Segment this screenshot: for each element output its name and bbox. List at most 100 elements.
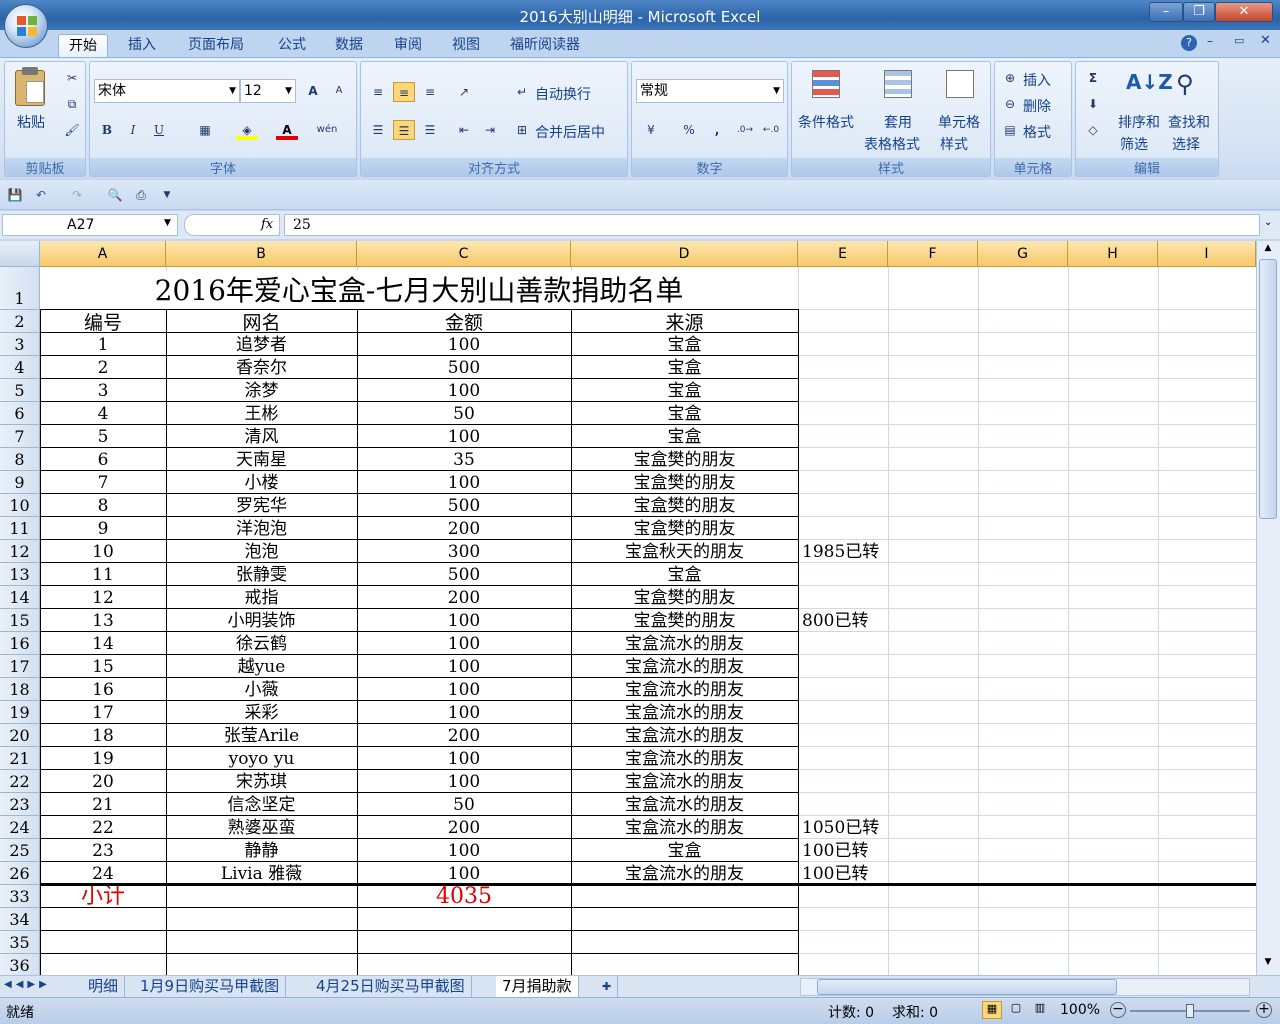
- merge-center-button[interactable]: 合并后居中: [535, 122, 605, 142]
- cell-amount[interactable]: 50: [357, 794, 571, 817]
- cell-amount[interactable]: 100: [357, 426, 571, 449]
- row-header[interactable]: 16: [0, 632, 40, 655]
- subtotal-amount[interactable]: 4035: [357, 885, 571, 908]
- delete-cells-icon[interactable]: ⊖: [999, 94, 1021, 114]
- undo-icon[interactable]: ↶: [30, 185, 52, 205]
- cell-no[interactable]: 2: [40, 357, 166, 380]
- cell-source[interactable]: 宝盒: [571, 334, 798, 357]
- cell-source[interactable]: 宝盒流水的朋友: [571, 794, 798, 817]
- cell-name[interactable]: 采彩: [166, 702, 357, 725]
- row-header[interactable]: 34: [0, 908, 40, 931]
- zoom-slider-thumb[interactable]: [1186, 1004, 1194, 1018]
- vertical-scroll-thumb[interactable]: [1259, 259, 1277, 519]
- cell-name[interactable]: 戒指: [166, 587, 357, 610]
- zoom-out-icon[interactable]: −: [1110, 1002, 1126, 1018]
- row-header[interactable]: 7: [0, 425, 40, 448]
- fill-icon[interactable]: ⬇: [1082, 94, 1104, 114]
- cell-source[interactable]: 宝盒樊的朋友: [571, 587, 798, 610]
- cell-source[interactable]: 宝盒: [571, 403, 798, 426]
- cell-no[interactable]: 15: [40, 656, 166, 679]
- format-painter-icon[interactable]: 🖌: [61, 120, 83, 140]
- cell-amount[interactable]: 100: [357, 771, 571, 794]
- cell-amount[interactable]: 500: [357, 495, 571, 518]
- help-icon[interactable]: ?: [1181, 35, 1197, 51]
- column-header-E[interactable]: E: [798, 241, 888, 267]
- tab-5[interactable]: 审阅: [384, 34, 432, 58]
- cell-source[interactable]: 宝盒: [571, 426, 798, 449]
- tab-3[interactable]: 公式: [268, 34, 316, 58]
- zoom-level[interactable]: 100%: [1060, 1002, 1100, 1018]
- column-header-C[interactable]: C: [357, 241, 571, 267]
- clear-icon[interactable]: ◇: [1082, 120, 1104, 140]
- cell-amount[interactable]: 200: [357, 587, 571, 610]
- row-header[interactable]: 9: [0, 471, 40, 494]
- horizontal-scroll-thumb[interactable]: [817, 979, 1117, 995]
- cell-note[interactable]: 1985已转: [798, 541, 888, 564]
- row-header[interactable]: 1: [0, 267, 40, 310]
- row-header[interactable]: 8: [0, 448, 40, 471]
- name-box-dropdown-icon[interactable]: ▼: [164, 218, 171, 228]
- cell-name[interactable]: 香奈尔: [166, 357, 357, 380]
- cell-source[interactable]: 宝盒樊的朋友: [571, 610, 798, 633]
- column-header-B[interactable]: B: [166, 241, 357, 267]
- conditional-format-icon[interactable]: [812, 70, 840, 98]
- column-header-I[interactable]: I: [1158, 241, 1256, 267]
- row-header[interactable]: 4: [0, 356, 40, 379]
- cell-name[interactable]: 涂梦: [166, 380, 357, 403]
- cell-source[interactable]: 宝盒: [571, 357, 798, 380]
- shrink-font-icon[interactable]: A: [328, 81, 350, 101]
- cell-note[interactable]: 800已转: [798, 610, 888, 633]
- column-header-D[interactable]: D: [571, 241, 798, 267]
- cell-source[interactable]: 宝盒流水的朋友: [571, 748, 798, 771]
- row-header[interactable]: 5: [0, 379, 40, 402]
- find-select-icon[interactable]: ⚲: [1176, 70, 1206, 100]
- print-icon[interactable]: ⎙: [130, 185, 152, 205]
- cell-no[interactable]: 14: [40, 633, 166, 656]
- row-header[interactable]: 24: [0, 816, 40, 839]
- align-left-icon[interactable]: ☰: [367, 120, 389, 140]
- cell-no[interactable]: 23: [40, 840, 166, 863]
- italic-button[interactable]: I: [122, 120, 144, 140]
- cell-amount[interactable]: 50: [357, 403, 571, 426]
- cell-amount[interactable]: 500: [357, 564, 571, 587]
- restore-button[interactable]: ❐: [1183, 2, 1215, 22]
- cell-no[interactable]: 5: [40, 426, 166, 449]
- bold-button[interactable]: B: [96, 120, 118, 140]
- cell-no[interactable]: 16: [40, 679, 166, 702]
- cell-amount[interactable]: 200: [357, 518, 571, 541]
- cell-source[interactable]: 宝盒樊的朋友: [571, 495, 798, 518]
- column-header-A[interactable]: A: [40, 241, 166, 267]
- cell-no[interactable]: 4: [40, 403, 166, 426]
- expand-formula-icon[interactable]: ⌄: [1264, 217, 1272, 228]
- column-header-F[interactable]: F: [888, 241, 978, 267]
- currency-icon[interactable]: ¥: [640, 120, 662, 140]
- paste-button[interactable]: 粘贴: [17, 112, 45, 132]
- column-header-H[interactable]: H: [1068, 241, 1158, 267]
- cell-no[interactable]: 10: [40, 541, 166, 564]
- cell-name[interactable]: 王彬: [166, 403, 357, 426]
- row-header[interactable]: 18: [0, 678, 40, 701]
- format-table-button[interactable]: 表格格式: [864, 134, 920, 154]
- format-table-icon[interactable]: [884, 70, 912, 98]
- number-format-select[interactable]: 常规 ▼: [636, 79, 784, 103]
- cell-no[interactable]: 9: [40, 518, 166, 541]
- tab-4[interactable]: 数据: [325, 34, 373, 58]
- office-button[interactable]: [4, 4, 48, 48]
- cell-no[interactable]: 1: [40, 334, 166, 357]
- cell-name[interactable]: 追梦者: [166, 334, 357, 357]
- cell-source[interactable]: 宝盒樊的朋友: [571, 449, 798, 472]
- format-cells-button[interactable]: 格式: [1023, 122, 1051, 142]
- row-header[interactable]: 15: [0, 609, 40, 632]
- cell-source[interactable]: 宝盒流水的朋友: [571, 725, 798, 748]
- sort-filter-icon[interactable]: A↓Z: [1126, 70, 1173, 100]
- tab-6[interactable]: 视图: [442, 34, 490, 58]
- cell-amount[interactable]: 300: [357, 541, 571, 564]
- minimize-button[interactable]: –: [1149, 2, 1183, 22]
- cell-amount[interactable]: 35: [357, 449, 571, 472]
- scroll-down-icon[interactable]: ▼: [1260, 957, 1276, 971]
- cell-source[interactable]: 宝盒: [571, 564, 798, 587]
- wrap-text-icon[interactable]: ↵: [511, 82, 533, 102]
- scroll-up-icon[interactable]: ▲: [1260, 243, 1276, 257]
- increase-decimal-icon[interactable]: .0→: [734, 120, 756, 140]
- insert-cells-button[interactable]: 插入: [1023, 70, 1051, 90]
